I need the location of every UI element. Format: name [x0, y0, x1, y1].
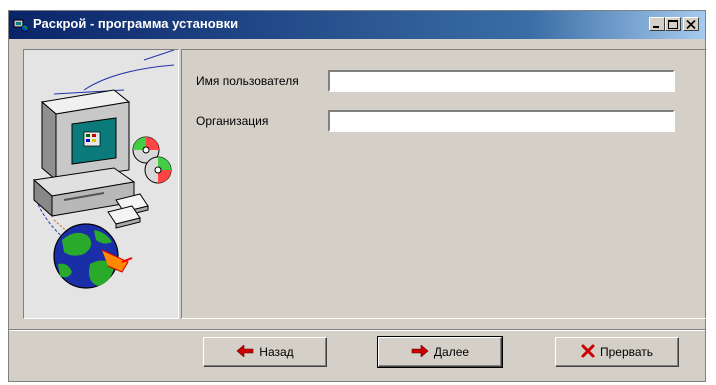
back-button-label: Назад — [259, 345, 294, 359]
setup-illustration — [32, 49, 175, 289]
red-arrow-left-icon — [236, 343, 254, 360]
illustration-panel — [23, 49, 179, 319]
computer-icon — [32, 89, 136, 218]
organization-label: Организация — [196, 114, 269, 128]
next-button[interactable]: Далее — [377, 336, 503, 368]
username-input[interactable] — [328, 70, 675, 92]
red-arrow-right-icon — [411, 343, 429, 360]
cancel-button-label: Прервать — [599, 345, 654, 359]
setup-icon[interactable] — [13, 17, 29, 33]
minimize-button[interactable] — [649, 17, 665, 31]
installer-window: Раскрой - программа установки Имя пользо… — [8, 10, 707, 382]
title-bar[interactable]: Раскрой - программа установки — [9, 11, 705, 39]
username-label: Имя пользователя — [196, 74, 299, 88]
button-separator — [9, 329, 705, 331]
red-x-icon — [581, 344, 595, 361]
maximize-icon — [668, 20, 678, 29]
back-button[interactable]: Назад — [203, 337, 327, 367]
user-info-form: Имя пользователя Организация — [181, 49, 707, 319]
minimize-icon — [653, 26, 659, 28]
maximize-button[interactable] — [665, 17, 681, 31]
globe-icon — [53, 223, 133, 289]
next-button-label: Далее — [433, 345, 470, 359]
cancel-button[interactable]: Прервать — [555, 337, 679, 367]
organization-input[interactable] — [328, 110, 675, 132]
window-title: Раскрой - программа установки — [33, 16, 239, 31]
cd-discs-icon — [132, 136, 172, 184]
close-button[interactable] — [683, 17, 699, 31]
close-icon — [686, 20, 696, 29]
